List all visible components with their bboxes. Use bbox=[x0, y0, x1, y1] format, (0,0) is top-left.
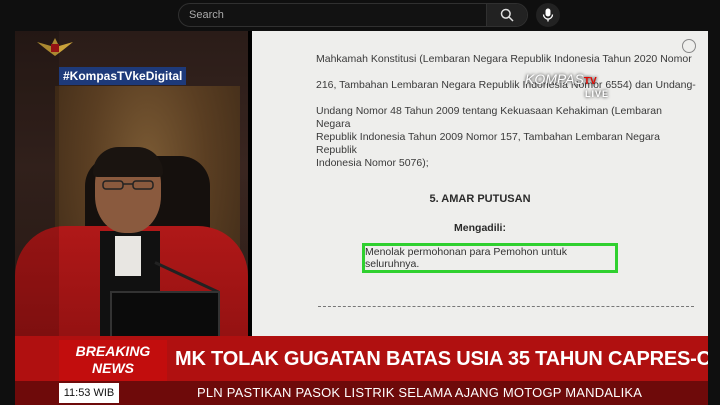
scrolling-subline: PLN PASTIKAN PASOK LISTRIK SELAMA AJANG … bbox=[197, 385, 643, 400]
document-view: Mahkamah Konstitusi (Lembaran Negara Rep… bbox=[252, 31, 708, 336]
glasses-icon bbox=[102, 180, 154, 190]
document-line-4: Republik Indonesia Tahun 2009 Nomor 157,… bbox=[316, 131, 661, 156]
time-stamp: 11:53 WIB bbox=[59, 383, 119, 403]
judge-hair bbox=[93, 147, 163, 177]
settings-icon bbox=[682, 39, 696, 53]
document-line-5: Indonesia Nomor 5076); bbox=[316, 157, 429, 169]
robe-collar bbox=[115, 236, 141, 276]
microphone-icon bbox=[542, 8, 554, 22]
hashtag-label: #KompasTVkeDigital bbox=[59, 67, 187, 85]
verdict-highlight: Menolak permohonan para Pemohon untuk se… bbox=[362, 243, 618, 273]
search-box[interactable] bbox=[178, 3, 528, 27]
document-line-1: Mahkamah Konstitusi (Lembaran Negara Rep… bbox=[316, 53, 692, 65]
kompas-tv-logo: KOMPASTV bbox=[525, 71, 597, 87]
breaking-line: BREAKING bbox=[75, 343, 151, 359]
top-bar bbox=[0, 0, 720, 30]
search-button[interactable] bbox=[486, 4, 527, 26]
document-line-2: 216, Tambahan Lembaran Negara Republik I… bbox=[316, 79, 696, 91]
section-heading: 5. AMAR PUTUSAN bbox=[429, 193, 531, 205]
voice-search-button[interactable] bbox=[536, 3, 560, 27]
logo-suffix: TV bbox=[583, 76, 597, 87]
live-label: LIVE bbox=[585, 89, 610, 99]
search-input[interactable] bbox=[179, 4, 489, 26]
search-icon bbox=[500, 8, 514, 22]
subheading: Mengadili: bbox=[454, 222, 506, 234]
news-line: NEWS bbox=[92, 360, 134, 376]
breaking-news-badge: BREAKING NEWS bbox=[59, 340, 167, 381]
news-headline: MK TOLAK GUGATAN BATAS USIA 35 TAHUN CAP… bbox=[175, 348, 708, 370]
logo-text: KOMPAS bbox=[525, 71, 584, 87]
dashed-divider bbox=[318, 306, 694, 307]
verdict-text: Menolak permohonan para Pemohon untuk se… bbox=[365, 246, 567, 270]
video-player[interactable]: #KompasTVkeDigital Mahkamah Konstitusi (… bbox=[15, 31, 708, 405]
document-line-3: Undang Nomor 48 Tahun 2009 tentang Kekua… bbox=[316, 105, 662, 130]
